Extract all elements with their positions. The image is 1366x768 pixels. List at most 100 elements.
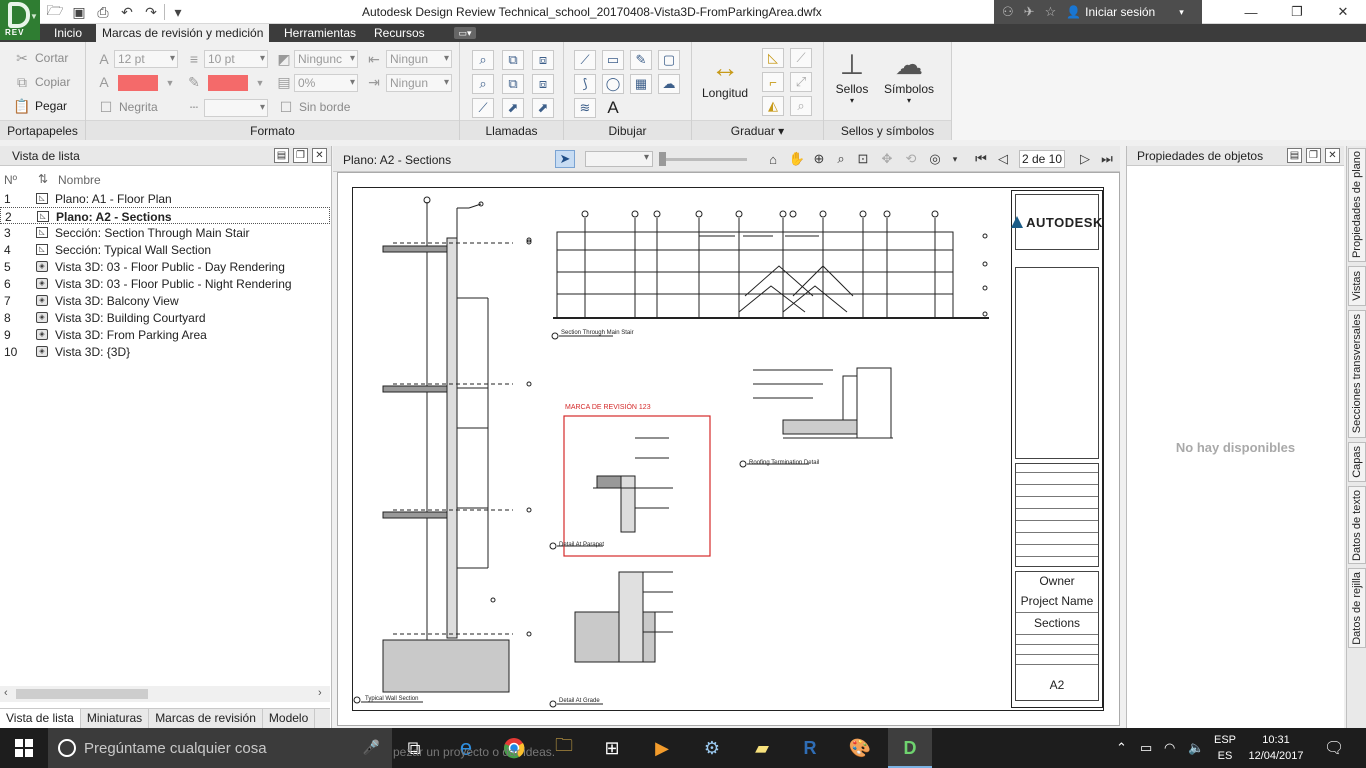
open-folder-icon[interactable]: 🗁 [44, 2, 66, 22]
wifi-icon[interactable]: ◠ [1164, 740, 1175, 756]
application-menu-button[interactable]: ▼ REV [0, 0, 40, 40]
column-number[interactable]: Nº [4, 173, 17, 187]
end-arrow-combo[interactable]: Ningun [386, 74, 452, 92]
media-player-icon[interactable]: ▶ [648, 734, 676, 762]
callout-circle-icon[interactable]: ⌕ [472, 74, 494, 94]
close-icon[interactable]: ✕ [1325, 148, 1340, 163]
star-icon[interactable]: ☆ [1045, 4, 1057, 20]
list-item[interactable]: 10 ◈ Vista 3D: {3D} [0, 343, 330, 360]
line-color-swatch[interactable] [208, 75, 248, 91]
horizontal-scrollbar[interactable]: ‹ › [0, 686, 330, 702]
tab-miniaturas[interactable]: Miniaturas [81, 709, 150, 729]
symbols-button[interactable]: ☁ Símbolos ▾ [884, 46, 934, 106]
redo-icon[interactable]: ↷ [140, 2, 162, 22]
volume-icon[interactable]: 🔈 [1188, 740, 1204, 756]
line-style-combo[interactable] [204, 99, 268, 117]
next-page-icon[interactable]: ▷ [1075, 150, 1095, 168]
zoom-combo[interactable] [585, 151, 653, 167]
tab-marcas-revision[interactable]: Marcas de revisión [149, 709, 263, 729]
turn-icon[interactable]: ⟲ [901, 150, 921, 168]
sticky-notes-icon[interactable]: ▰ [748, 734, 776, 762]
close-icon[interactable]: ✕ [312, 148, 327, 163]
ribbon-options-icon[interactable]: ▭▾ [454, 27, 476, 39]
pen-icon[interactable]: ✎ [630, 50, 652, 70]
home-icon[interactable]: ⌂ [763, 150, 783, 168]
callout-cloud-icon[interactable]: ⧉ [502, 50, 524, 70]
list-item[interactable]: 1 ◺ Plano: A1 - Floor Plan [0, 190, 330, 207]
transparency-combo[interactable]: 0% [294, 74, 358, 92]
tab-herramientas[interactable]: Herramientas [278, 24, 362, 42]
side-tab-datos-rejilla[interactable]: Datos de rejilla [1348, 568, 1366, 648]
side-tab-propiedades-plano[interactable]: Propiedades de plano [1348, 148, 1366, 262]
binoculars-icon[interactable]: ⚇ [1002, 4, 1014, 20]
minimize-icon[interactable]: — [1228, 0, 1274, 24]
customize-qat-icon[interactable]: ▾ [167, 2, 189, 22]
coordinate-icon[interactable]: ⤢ [790, 72, 812, 92]
callout-tag-icon[interactable]: ⧈ [532, 74, 554, 94]
rectangle-icon[interactable]: ▭ [602, 50, 624, 70]
scrollbar-thumb[interactable] [16, 689, 148, 699]
ellipse-icon[interactable]: ◯ [602, 74, 624, 94]
scale-icon[interactable]: ⌕ [790, 96, 812, 116]
zoom-icon[interactable]: ⊕ [809, 150, 829, 168]
list-item[interactable]: 8 ◈ Vista 3D: Building Courtyard [0, 309, 330, 326]
callout-note-icon[interactable]: ⧈ [532, 50, 554, 70]
signin-button[interactable]: 👤 Iniciar sesión ▾ [1066, 5, 1184, 19]
paste-button[interactable]: 📋 Pegar [13, 98, 67, 114]
app-icon[interactable]: ⚙ [698, 734, 726, 762]
maximize-icon[interactable]: ❐ [1274, 0, 1320, 24]
perimeter-icon[interactable]: ⟋ [790, 48, 812, 68]
last-page-icon[interactable]: ⏭ [1097, 150, 1117, 168]
store-icon[interactable]: ⊞ [598, 734, 626, 762]
fill-combo[interactable]: Ningunc [294, 50, 358, 68]
bold-checkbox[interactable]: ☐ Negrita [98, 99, 158, 115]
chevron-right-icon[interactable]: › [318, 687, 322, 699]
chevron-up-icon[interactable]: ⌃ [1116, 740, 1127, 756]
taskbar-search[interactable]: Pregúntame cualquier cosa 🎤 [48, 728, 392, 768]
panel-options-icon[interactable]: ▤ [1287, 148, 1302, 163]
tab-marcas-revision[interactable]: Marcas de revisión y medición [96, 24, 270, 42]
orbit-icon[interactable]: ✥ [877, 150, 897, 168]
angle-icon[interactable]: ⌐ [762, 72, 784, 92]
callout-rect-icon[interactable]: ⌕ [472, 50, 494, 70]
font-size-combo[interactable]: 12 pt [114, 50, 178, 68]
callout-text-icon[interactable]: ⬈ [532, 98, 554, 118]
side-tab-capas[interactable]: Capas [1348, 442, 1366, 482]
callout-leader-icon[interactable]: ⟋ [472, 98, 494, 118]
previous-page-icon[interactable]: ◁ [993, 150, 1013, 168]
zoom-slider[interactable] [659, 152, 747, 166]
list-item[interactable]: 6 ◈ Vista 3D: 03 - Floor Public - Night Re… [0, 275, 330, 292]
list-item[interactable]: 3 ◺ Sección: Section Through Main Stair [0, 224, 330, 241]
list-item[interactable]: 7 ◈ Vista 3D: Balcony View [0, 292, 330, 309]
highlight-icon[interactable]: ▦ [630, 74, 652, 94]
tab-inicio[interactable]: Inicio [48, 24, 88, 42]
system-clock[interactable]: 10:31 12/04/2017 [1246, 732, 1306, 764]
calibrate-icon[interactable]: ◭ [762, 96, 784, 116]
tab-recursos[interactable]: Recursos [368, 24, 431, 42]
chevron-down-icon[interactable]: ▼ [162, 75, 178, 91]
revit-icon[interactable]: R [796, 734, 824, 762]
list-item[interactable]: 5 ◈ Vista 3D: 03 - Floor Public - Day Rend… [0, 258, 330, 275]
tab-modelo[interactable]: Modelo [263, 709, 316, 729]
fit-window-icon[interactable]: ⊡ [853, 150, 873, 168]
drawing-canvas[interactable]: MARCA DE REVISIÓN 123 Section Through Ma… [337, 172, 1120, 726]
list-item[interactable]: 9 ◈ Vista 3D: From Parking Area [0, 326, 330, 343]
exchange-icon[interactable]: ✈ [1024, 4, 1035, 20]
panel-dock-icon[interactable]: ❐ [293, 148, 308, 163]
panel-dock-icon[interactable]: ❐ [1306, 148, 1321, 163]
battery-icon[interactable]: ▭ [1140, 740, 1152, 756]
slider-handle[interactable] [659, 152, 666, 166]
print-icon[interactable]: ⎙ [92, 2, 114, 22]
text-color-swatch[interactable] [118, 75, 158, 91]
start-button[interactable] [0, 728, 48, 768]
markup-label[interactable]: MARCA DE REVISIÓN 123 [565, 404, 651, 411]
cut-button[interactable]: ✂ Cortar [14, 50, 68, 66]
select-cursor-icon[interactable]: ➤ [555, 150, 575, 168]
microphone-icon[interactable]: 🎤 [363, 739, 380, 756]
paint-icon[interactable]: 🎨 [846, 734, 874, 762]
design-review-taskbar-button[interactable]: D [888, 728, 932, 768]
side-tab-vistas[interactable]: Vistas [1348, 266, 1366, 306]
shape-icon[interactable]: ▢ [658, 50, 680, 70]
page-number-field[interactable]: 2 de 10 [1019, 150, 1065, 168]
chevron-down-icon[interactable]: ▾ [778, 124, 784, 138]
